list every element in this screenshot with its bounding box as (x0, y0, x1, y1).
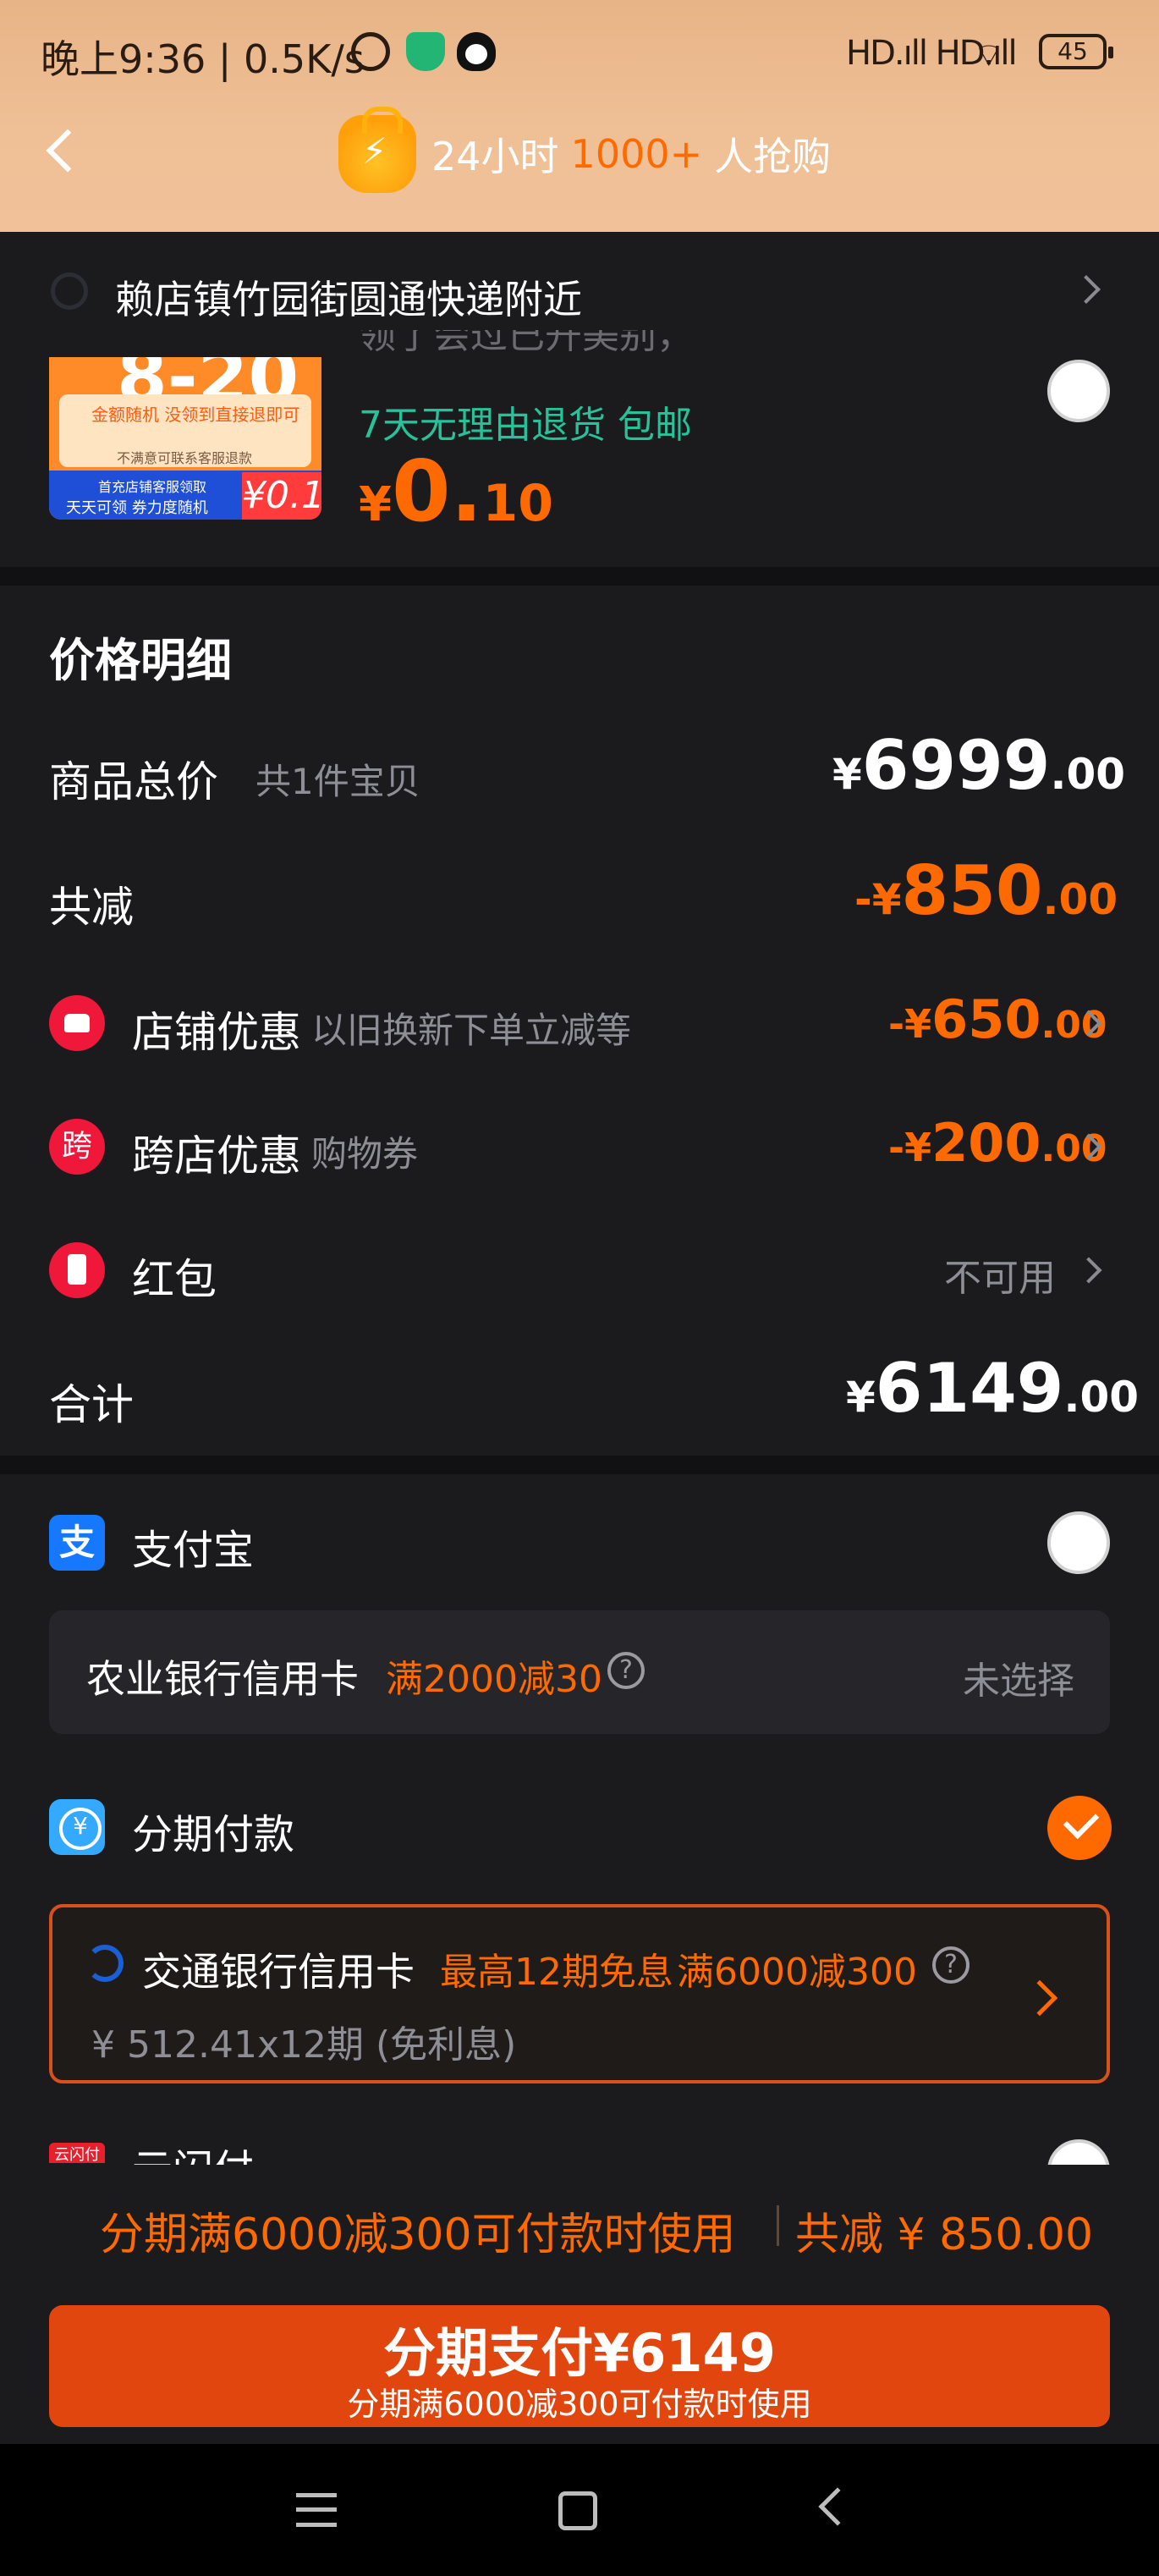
sum-currency: ¥ (846, 1373, 876, 1422)
discount-amount: -¥850.00 (854, 851, 1118, 930)
header-promo: 24小时 1000+ 人抢购 (338, 107, 832, 196)
total-amount: ¥6999.00 (832, 726, 1125, 805)
cross-store-badge: 跨 (49, 1119, 105, 1175)
product-thumbnail[interactable]: 8-20 金额随机 没领到直接退即可 不满意可联系客服退款 首充店铺客服领取 天… (49, 357, 321, 520)
item-price: ¥0.10 (359, 442, 553, 541)
shop-discount-amount[interactable]: -¥650.00 (888, 988, 1107, 1050)
item-price-dec: 10 (482, 474, 554, 533)
plan-promo-interest: 最高12期免息 (440, 1951, 673, 1994)
section-divider (0, 567, 1159, 586)
promo-suffix: 人抢购 (714, 134, 832, 179)
union-pay-label: 云闪付 (132, 2136, 254, 2165)
card-promo: 满2000减30 (386, 1658, 602, 1701)
qq-penguin-icon (457, 32, 496, 71)
item-price-currency: ¥ (359, 477, 392, 532)
installment-checked-radio[interactable] (1047, 1796, 1112, 1860)
item-price-int: 0. (391, 442, 483, 541)
cross-int: 200 (931, 1112, 1041, 1174)
installment-label: 分期付款 (132, 1811, 295, 1858)
total-label: 商品总价 (49, 757, 218, 806)
chevron-right-icon (1075, 1257, 1102, 1284)
price-detail-title: 价格明细 (49, 634, 232, 687)
summary-total-discount: 共减 ¥ 850.00 (795, 2210, 1094, 2260)
sum-dec: .00 (1063, 1373, 1140, 1422)
status-time-speed: 晚上9:36 | 0.5K/s (41, 36, 365, 82)
installment-icon (49, 1799, 105, 1855)
discount-int: 850 (901, 851, 1043, 930)
thumb-line1: 金额随机 没领到直接退即可 (91, 405, 300, 425)
help-icon[interactable]: ? (607, 1652, 645, 1689)
discount-dec: .00 (1042, 875, 1118, 924)
alipay-icon: 支 (49, 1515, 105, 1571)
union-pay-radio[interactable] (1047, 2139, 1110, 2165)
promo-highlight: 1000+ (570, 131, 703, 177)
total-sub: 共1件宝贝 (255, 761, 420, 802)
wifi-icon: ⌔ (973, 36, 1005, 75)
sum-label: 合计 (49, 1380, 134, 1429)
home-icon[interactable] (558, 2491, 597, 2530)
pay-button[interactable]: 分期支付¥6149 分期满6000减300可付款时使用 (49, 2305, 1110, 2427)
red-packet-status[interactable]: 不可用 (944, 1247, 1056, 1302)
pay-button-sub: 分期满6000减300可付款时使用 (347, 2386, 812, 2423)
help-icon[interactable]: ? (932, 1946, 969, 1984)
bank-icon (86, 1945, 124, 1982)
red-packet-label: 红包 (132, 1255, 217, 1304)
alarm-icon (351, 32, 390, 71)
discount-currency: -¥ (854, 875, 902, 924)
thumb-bar-line2: 天天可领 券力度随机 (66, 499, 208, 517)
thumb-line2: 不满意可联系客服退款 (117, 450, 253, 466)
item-select-radio[interactable] (1047, 360, 1110, 422)
promo-prefix: 24小时 (431, 134, 559, 179)
total-int: 6999 (861, 726, 1051, 805)
cross-currency: -¥ (888, 1125, 932, 1170)
product-title: 领了会过已开美别， (359, 330, 694, 357)
thumb-bar-line1: 首充店铺客服领取 (98, 479, 207, 495)
union-pay-icon: 云闪付 (49, 2143, 105, 2163)
shield-icon (406, 32, 445, 71)
pay-button-main: 分期支付¥6149 (383, 2322, 776, 2384)
cross-discount-amount[interactable]: -¥200.00 (888, 1112, 1107, 1174)
battery-icon: 45 (1039, 34, 1113, 69)
cross-discount-label: 跨店优惠 (132, 1131, 301, 1181)
plan-detail: ¥ 512.41x12期 (免利息) (91, 2023, 517, 2067)
shop-discount-label: 店铺优惠 (132, 1008, 301, 1057)
flash-bag-icon (338, 107, 416, 193)
plan-promo-discount: 满6000减300 (677, 1951, 917, 1994)
plan-bank: 交通银行信用卡 (142, 1949, 415, 1995)
alipay-label: 支付宝 (132, 1527, 255, 1574)
total-currency: ¥ (832, 750, 862, 799)
alipay-radio[interactable] (1047, 1511, 1110, 1574)
summary-divider (777, 2205, 779, 2246)
cross-discount-sub: 购物券 (311, 1133, 419, 1175)
card-label: 农业银行信用卡 (86, 1656, 359, 1702)
shop-discount-sub: 以旧换新下单立减等 (311, 1010, 632, 1051)
back-button[interactable] (41, 125, 83, 181)
location-icon (51, 272, 88, 310)
shop-int: 650 (931, 988, 1041, 1050)
summary-text: 分期满6000减300可付款时使用 (100, 2210, 736, 2260)
address-text: 赖店镇竹园街圆通快递附近 (115, 277, 582, 322)
red-packet-icon (49, 1242, 105, 1298)
menu-icon[interactable] (296, 2493, 337, 2527)
sum-amount: ¥6149.00 (846, 1349, 1139, 1428)
section-divider (0, 1456, 1159, 1474)
shop-currency: -¥ (888, 1001, 932, 1047)
thumb-price: ¥0.1 (242, 472, 321, 520)
discount-label: 共减 (49, 883, 134, 932)
sum-int: 6149 (875, 1349, 1064, 1428)
shop-icon (49, 995, 105, 1051)
card-status: 未选择 (963, 1660, 1074, 1703)
status-bar: 晚上9:36 | 0.5K/s HD.ıll HD.ıll ⌔ 45 (0, 0, 1159, 102)
total-dec: .00 (1050, 750, 1126, 799)
guarantee-text: 7天无理由退货 包邮 (359, 404, 692, 447)
